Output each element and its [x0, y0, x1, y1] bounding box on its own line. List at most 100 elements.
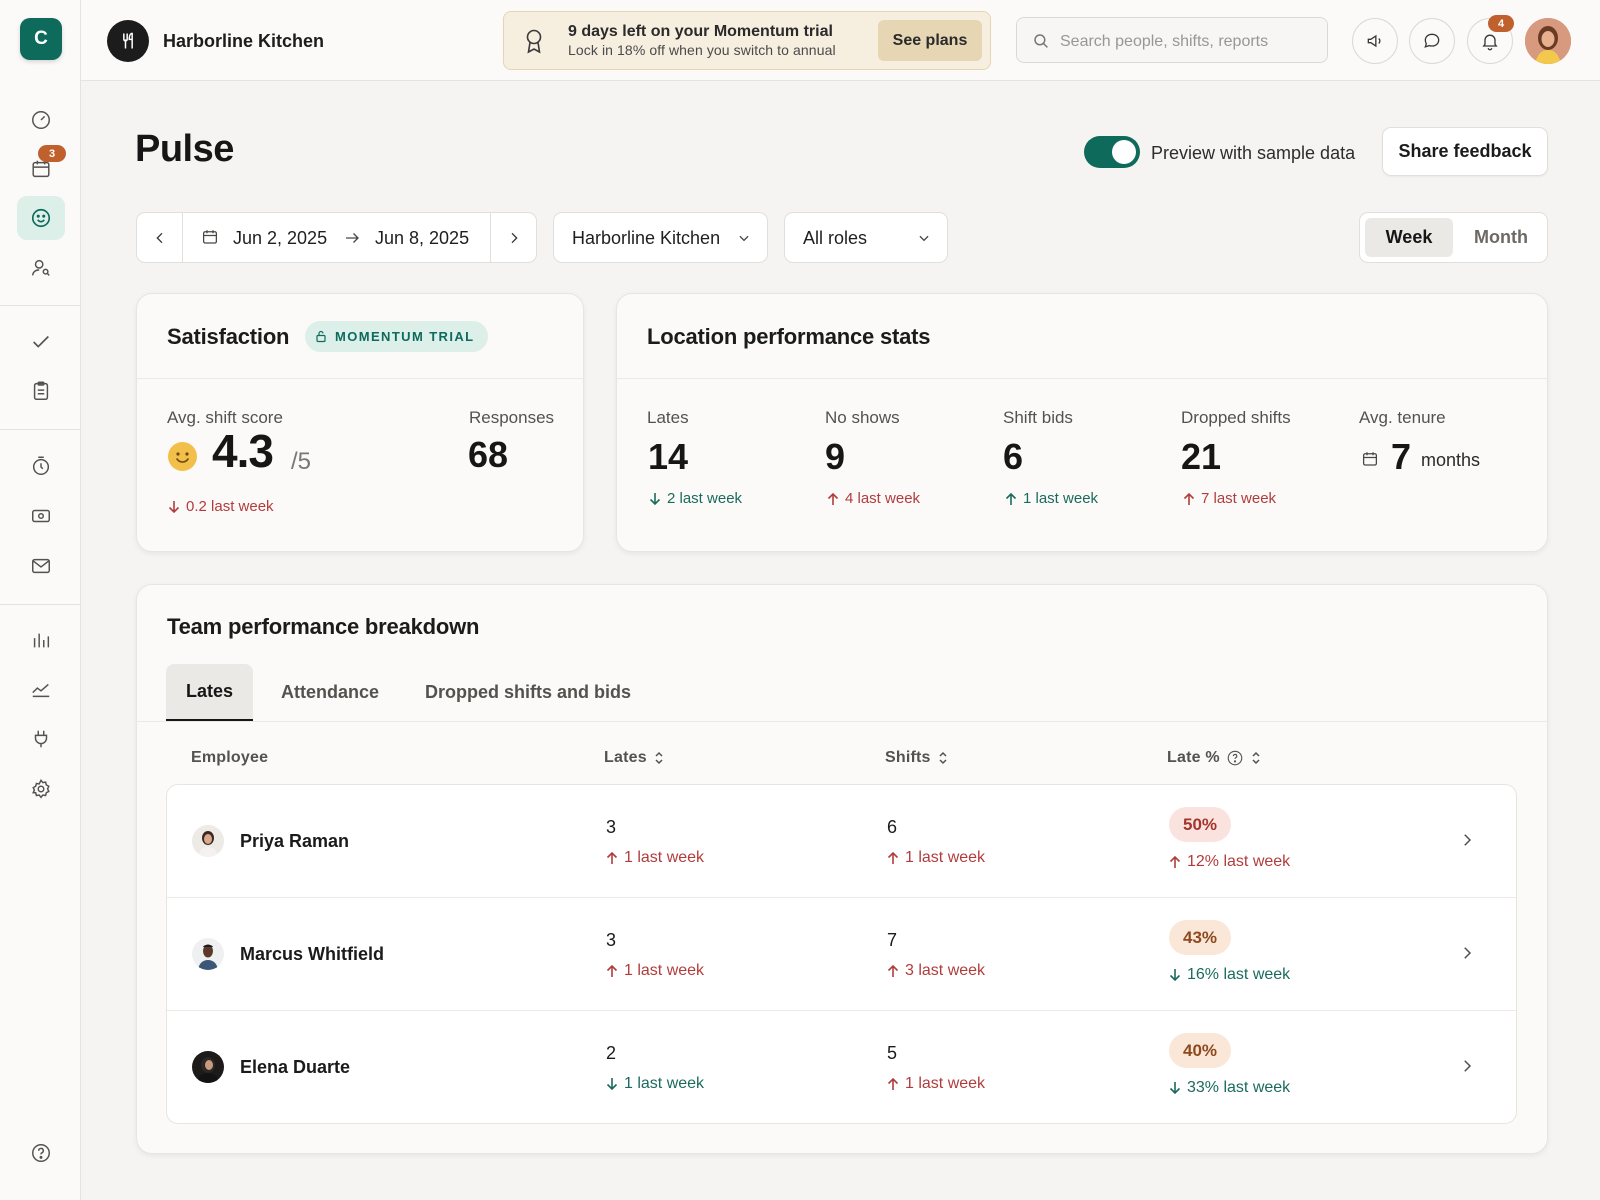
trial-subtitle: Lock in 18% off when you switch to annua…	[568, 42, 836, 58]
start-date[interactable]: Jun 2, 2025	[233, 228, 327, 249]
employee-name[interactable]: Priya Raman	[240, 831, 349, 852]
avg-tenure-label: Avg. tenure	[1359, 408, 1446, 427]
search-input[interactable]: Search people, shifts, reports	[1016, 17, 1328, 63]
column-employee[interactable]: Employee	[191, 749, 268, 767]
shifts-value: 7	[887, 930, 898, 950]
sidebar-item-messages[interactable]	[17, 544, 65, 588]
column-shifts[interactable]: Shifts	[885, 749, 949, 767]
table-row[interactable]: Priya Raman 3 1 last week 6 1 last week …	[167, 785, 1516, 898]
announcements-button[interactable]	[1352, 18, 1398, 64]
employee-avatar	[192, 938, 224, 970]
previous-period-button[interactable]	[137, 213, 183, 262]
shifts-trend: 1 last week	[887, 849, 985, 867]
dropped-shifts-label: Dropped shifts	[1181, 408, 1291, 427]
lates-trend: 1 last week	[606, 962, 704, 980]
arrow-up-icon	[887, 964, 899, 977]
smiley-icon	[31, 208, 51, 228]
user-search-icon	[32, 259, 50, 276]
stopwatch-icon	[32, 456, 50, 475]
chevron-down-icon	[919, 235, 929, 242]
arrow-right-icon	[346, 233, 359, 243]
notifications-button[interactable]: 4	[1467, 15, 1514, 64]
sidebar-item-dashboard[interactable]	[17, 98, 65, 142]
mail-icon	[32, 558, 50, 574]
next-period-button[interactable]	[490, 213, 536, 262]
chat-bubble-icon	[1424, 33, 1440, 48]
chevron-down-icon	[739, 235, 749, 242]
employee-table: Priya Raman 3 1 last week 6 1 last week …	[166, 784, 1517, 1124]
tab-attendance[interactable]: Attendance	[270, 664, 390, 721]
arrow-up-icon	[1169, 855, 1181, 868]
location-stats-title: Location performance stats	[647, 324, 931, 349]
shifts-trend: 3 last week	[887, 962, 985, 980]
user-portrait	[1525, 18, 1571, 64]
location-select-value: Harborline Kitchen	[572, 228, 721, 248]
sidebar-item-payroll[interactable]	[17, 494, 65, 538]
see-plans-button[interactable]: See plans	[878, 20, 982, 61]
end-date[interactable]: Jun 8, 2025	[375, 228, 469, 249]
shift-bids-label: Shift bids	[1003, 408, 1073, 427]
chevron-right-icon[interactable]	[1458, 831, 1476, 849]
sidebar-item-timesheets[interactable]	[17, 444, 65, 488]
trial-banner: 9 days left on your Momentum trial Lock …	[503, 11, 991, 70]
sidebar-item-tasks[interactable]	[17, 320, 65, 364]
shifts-value: 6	[887, 817, 898, 837]
location-stats-card: Location performance stats Lates 14 2 la…	[616, 293, 1548, 552]
chevron-right-icon[interactable]	[1458, 1057, 1476, 1075]
sidebar-item-insights[interactable]	[17, 667, 65, 711]
employee-name[interactable]: Elena Duarte	[240, 1057, 350, 1078]
user-avatar[interactable]	[1525, 18, 1571, 64]
check-icon	[33, 335, 49, 348]
table-row[interactable]: Elena Duarte 2 1 last week 5 1 last week…	[167, 1011, 1516, 1123]
sidebar-item-settings[interactable]	[17, 767, 65, 811]
sidebar-item-reports[interactable]	[17, 618, 65, 662]
calendar-icon	[1362, 452, 1378, 466]
sidebar-item-team[interactable]	[17, 246, 65, 290]
clipboard-icon	[33, 381, 49, 400]
late-percent-trend: 33% last week	[1169, 1079, 1290, 1097]
dropped-shifts-trend: 7 last week	[1183, 490, 1276, 507]
help-icon	[32, 1144, 50, 1162]
org-logo[interactable]	[107, 20, 149, 62]
sample-data-label: Preview with sample data	[1151, 143, 1356, 163]
app-logo[interactable]: C	[20, 18, 62, 60]
gear-icon	[32, 778, 50, 799]
org-name[interactable]: Harborline Kitchen	[163, 31, 324, 52]
avg-shift-score-max: /5	[291, 448, 312, 475]
chat-button[interactable]	[1409, 18, 1455, 64]
sidebar-item-pulse[interactable]	[17, 196, 65, 240]
arrow-up-icon	[887, 1077, 899, 1090]
sidebar-item-integrations[interactable]	[17, 717, 65, 761]
tab-dropped-shifts-and-bids[interactable]: Dropped shifts and bids	[416, 664, 640, 721]
column-late-percent[interactable]: Late %	[1167, 749, 1262, 767]
sidebar-item-help[interactable]	[17, 1131, 65, 1175]
sidebar-item-checklists[interactable]	[17, 369, 65, 413]
column-lates[interactable]: Lates	[604, 749, 665, 767]
period-week-button[interactable]: Week	[1365, 218, 1453, 257]
trial-title: 9 days left on your Momentum trial	[568, 23, 833, 40]
page-title: Pulse	[135, 128, 234, 170]
chevron-right-icon[interactable]	[1458, 944, 1476, 962]
table-row[interactable]: Marcus Whitfield 3 1 last week 7 3 last …	[167, 898, 1516, 1011]
location-select[interactable]: Harborline Kitchen	[553, 212, 768, 263]
employee-avatar	[192, 1051, 224, 1083]
role-select-value: All roles	[803, 228, 868, 248]
late-percent-trend: 16% last week	[1169, 966, 1290, 984]
sidebar-item-schedule[interactable]: 3	[17, 145, 66, 191]
period-month-button[interactable]: Month	[1458, 218, 1544, 257]
megaphone-icon	[1367, 34, 1381, 48]
role-select[interactable]: All roles	[784, 212, 948, 263]
lates-value: 3	[606, 817, 617, 837]
responses-label: Responses	[469, 408, 555, 427]
sidebar: C 3	[0, 0, 81, 1200]
share-feedback-button[interactable]: Share feedback	[1382, 127, 1548, 176]
arrow-down-icon	[168, 500, 180, 513]
tab-lates[interactable]: Lates	[166, 664, 253, 721]
chevron-right-icon	[511, 232, 518, 243]
arrow-up-icon	[606, 851, 618, 864]
lock-icon	[316, 330, 326, 343]
lates-trend: 1 last week	[606, 1075, 704, 1093]
sample-data-toggle[interactable]	[1084, 136, 1140, 168]
employee-name[interactable]: Marcus Whitfield	[240, 944, 384, 965]
help-circle-icon[interactable]	[1226, 749, 1244, 767]
